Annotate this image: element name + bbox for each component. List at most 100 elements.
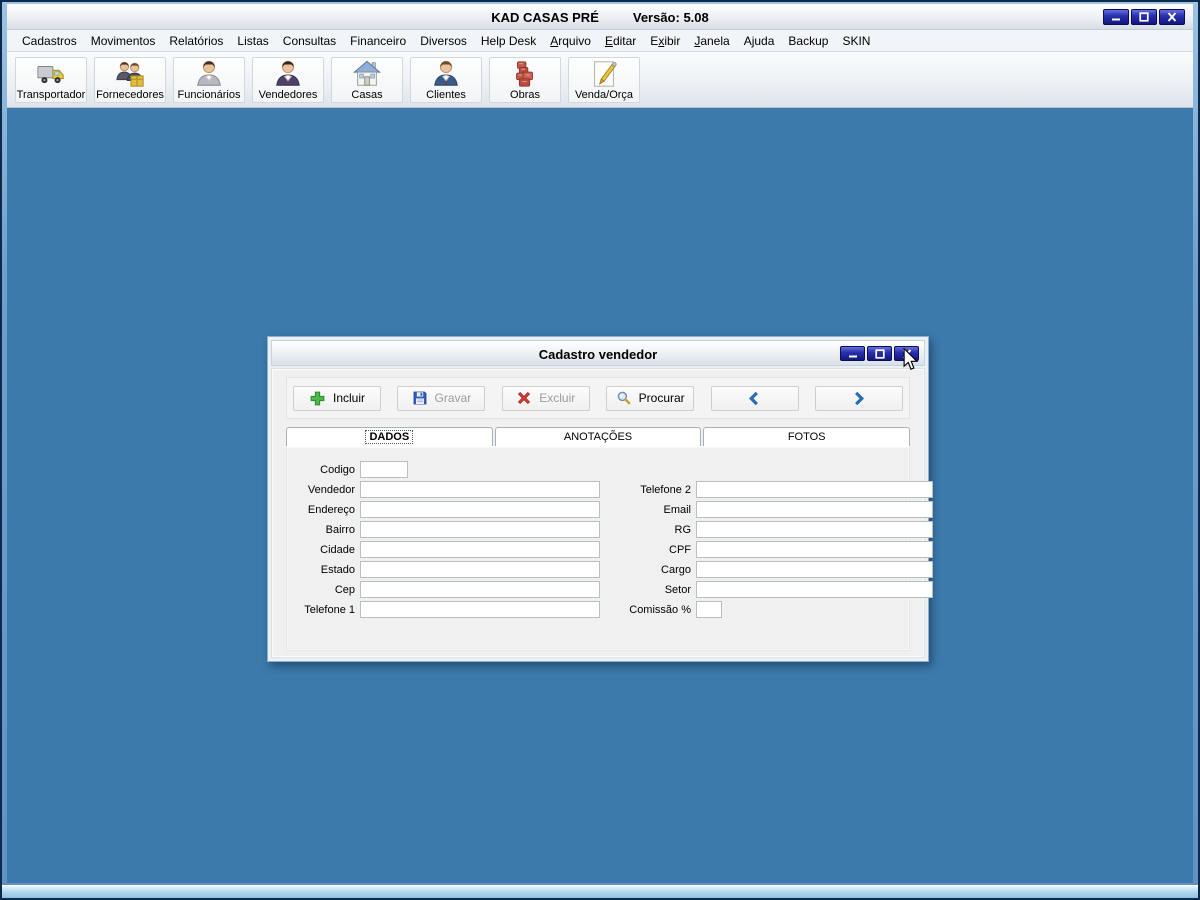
field-label-setor: Setor [664, 583, 691, 596]
input-vendedor[interactable] [360, 481, 600, 498]
maximize-icon [874, 348, 886, 359]
field-label-cep: Cep [334, 583, 355, 596]
input-cargo[interactable] [696, 561, 933, 578]
tab-label: ANOTAÇÕES [563, 431, 633, 443]
input-estado[interactable] [360, 561, 600, 578]
tab-dados[interactable]: DADOS [286, 427, 493, 446]
tab-label: DADOS [365, 430, 414, 444]
dialog-titlebar[interactable]: Cadastro vendedor [271, 340, 925, 366]
truck-icon [36, 59, 66, 89]
window-minimize-button[interactable] [1103, 9, 1129, 25]
tab-fotos[interactable]: FOTOS [703, 427, 911, 446]
menu-item-diversos[interactable]: Diversos [413, 30, 474, 51]
procurar-button[interactable]: Procurar [606, 385, 695, 411]
field-label-telefone-1: Telefone 1 [304, 603, 355, 616]
menu-item-movimentos[interactable]: Movimentos [84, 30, 163, 51]
toolbar-button-label: Clientes [426, 89, 466, 101]
menu-item-listas[interactable]: Listas [230, 30, 275, 51]
bricks-icon [510, 59, 540, 89]
field-label-endereco: Endereço [307, 503, 355, 516]
field-label-cidade: Cidade [320, 543, 355, 556]
desktop-area: Cadastro vendedor Incluir Gravar Excluir Pr… [7, 108, 1193, 883]
input-telefone-2[interactable] [696, 481, 933, 498]
titlebar[interactable]: KAD CASAS PRÉ Versão: 5.08 [7, 4, 1193, 30]
toolbar-button-fornecedores[interactable]: Fornecedores [94, 57, 166, 103]
close-icon [1166, 12, 1178, 22]
toolbar-button-label: Obras [510, 89, 540, 101]
previous-record-button[interactable] [710, 385, 799, 411]
button-label: Incluir [332, 391, 365, 405]
toolbar: Transportador Fornecedores Funcionários Ven… [7, 52, 1193, 108]
next-record-button[interactable] [814, 385, 903, 411]
toolbar-button-label: Fornecedores [96, 89, 164, 101]
field-label-rg: RG [674, 523, 692, 536]
employee-icon [194, 59, 224, 89]
toolbar-button-label: Vendedores [258, 89, 318, 101]
input-codigo[interactable] [360, 461, 408, 478]
salesperson-icon [273, 59, 303, 89]
menu-item-editar[interactable]: Editar [598, 30, 643, 51]
menu-item-ajuda[interactable]: Ajuda [737, 30, 782, 51]
toolbar-button-casas[interactable]: Casas [331, 57, 403, 103]
toolbar-button-venda-orca[interactable]: Venda/Orça [568, 57, 640, 103]
excluir-button[interactable]: Excluir [501, 385, 590, 411]
minimize-icon [1110, 12, 1122, 22]
toolbar-button-label: Venda/Orça [574, 89, 634, 101]
toolbar-button-funcionarios[interactable]: Funcionários [173, 57, 245, 103]
incluir-button[interactable]: Incluir [293, 385, 381, 411]
maximize-icon [1138, 12, 1150, 22]
toolbar-button-obras[interactable]: Obras [489, 57, 561, 103]
field-label-vendedor: Vendedor [307, 483, 355, 496]
tab-anotacoes[interactable]: ANOTAÇÕES [494, 427, 702, 446]
dialog-maximize-button[interactable] [867, 346, 892, 361]
tab-bar: DADOS ANOTAÇÕES FOTOS [286, 427, 911, 446]
input-cidade[interactable] [360, 541, 600, 558]
menu-item-skin[interactable]: SKIN [835, 30, 877, 51]
menu-item-janela[interactable]: Janela [687, 30, 736, 51]
field-label-telefone-2: Telefone 2 [640, 483, 691, 496]
add-icon [309, 390, 326, 407]
tab-label: FOTOS [787, 431, 826, 443]
app-version: Versão: 5.08 [632, 9, 709, 25]
menu-item-financeiro[interactable]: Financeiro [343, 30, 413, 51]
dialog-body: Incluir Gravar Excluir Procurar DADOS ANOTAÇ… [271, 368, 933, 658]
toolbar-button-label: Funcionários [177, 89, 241, 101]
prev-icon [747, 391, 762, 406]
toolbar-button-label: Transportador [16, 89, 86, 101]
dialog-minimize-button[interactable] [840, 346, 865, 361]
toolbar-button-vendedores[interactable]: Vendedores [252, 57, 324, 103]
field-label-cargo: Cargo [661, 563, 691, 576]
input-rg[interactable] [696, 521, 933, 538]
toolbar-button-transportador[interactable]: Transportador [15, 57, 87, 103]
suppliers-icon [115, 59, 145, 89]
menu-item-help-desk[interactable]: Help Desk [474, 30, 543, 51]
house-icon [352, 59, 382, 89]
window-controls [1103, 9, 1185, 25]
search-icon [616, 390, 632, 406]
input-email[interactable] [696, 501, 933, 518]
input-bairro[interactable] [360, 521, 600, 538]
menu-item-exibir[interactable]: Ex ibir [643, 30, 687, 51]
dialog-close-button[interactable] [894, 346, 919, 361]
input-telefone-1[interactable] [360, 601, 600, 618]
dialog-button-bar: Incluir Gravar Excluir Procurar [286, 377, 910, 419]
input-endereco[interactable] [360, 501, 600, 518]
toolbar-button-clientes[interactable]: Clientes [410, 57, 482, 103]
dialog-controls [840, 346, 919, 361]
menubar: Cadastros Movimentos Relatórios Listas Consu… [7, 30, 1193, 52]
dialog-cadastro-vendedor: Cadastro vendedor Incluir Gravar Excluir Pr… [267, 336, 933, 662]
field-label-estado: Estado [320, 563, 355, 576]
gravar-button[interactable]: Gravar [397, 385, 486, 411]
window-maximize-button[interactable] [1131, 9, 1157, 25]
window-close-button[interactable] [1159, 9, 1185, 25]
input-comissao[interactable] [696, 601, 722, 618]
input-setor[interactable] [696, 581, 933, 598]
input-cep[interactable] [360, 581, 600, 598]
menu-item-arquivo[interactable]: Arquivo [543, 30, 598, 51]
menu-item-relatorios[interactable]: Relatórios [162, 30, 230, 51]
menu-item-cadastros[interactable]: Cadastros [15, 30, 84, 51]
menu-item-backup[interactable]: Backup [781, 30, 835, 51]
menu-item-consultas[interactable]: Consultas [276, 30, 343, 51]
input-cpf[interactable] [696, 541, 933, 558]
save-icon [412, 390, 428, 406]
